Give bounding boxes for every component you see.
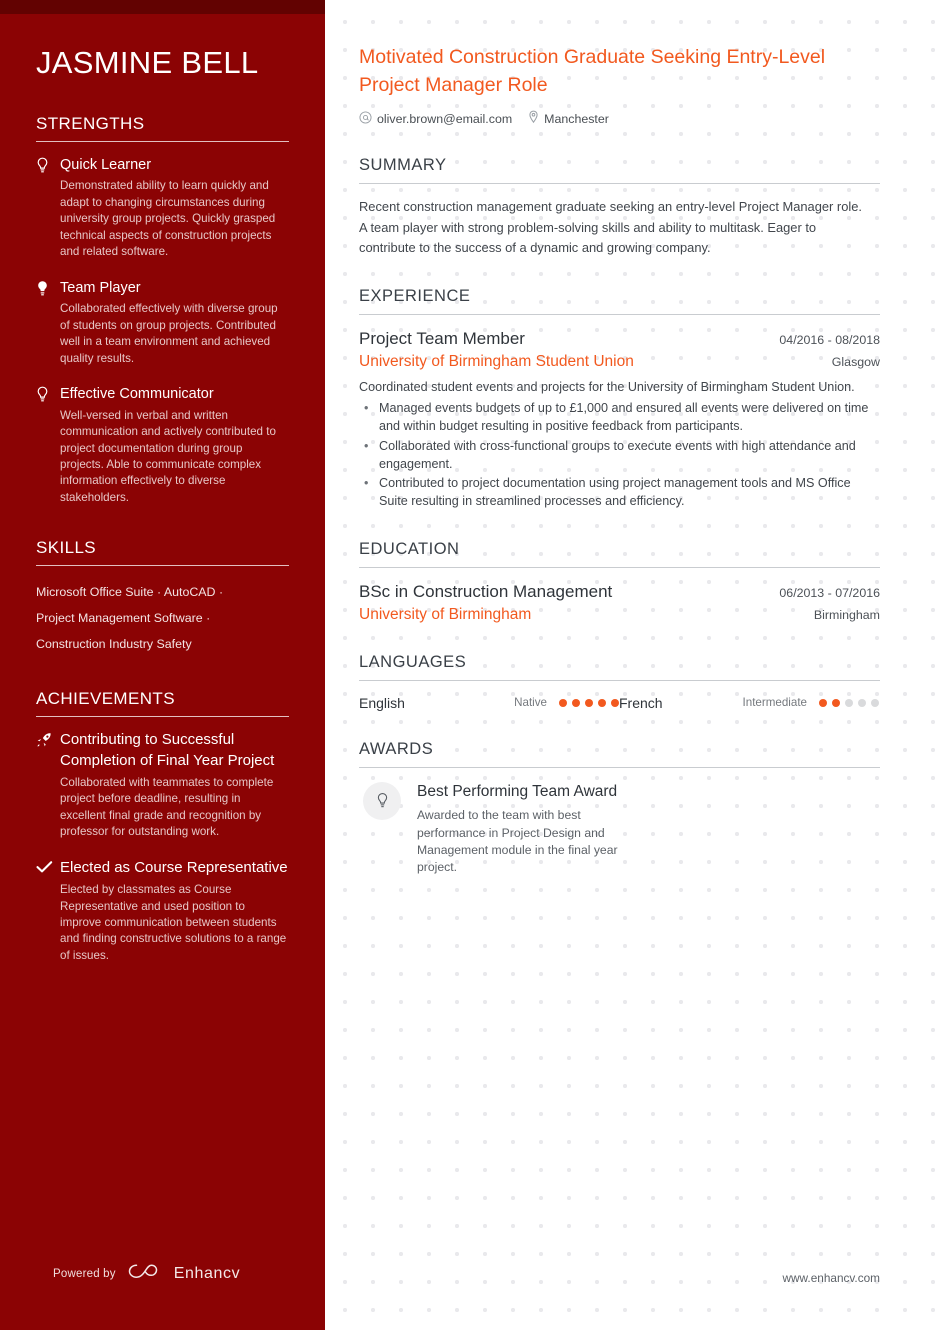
experience-description: Coordinated student events and projects … — [359, 379, 855, 394]
at-icon — [359, 111, 372, 127]
sidebar: JASMINE BELL STRENGTHS Quick Learner Dem… — [0, 0, 325, 1330]
contact-location-value: Manchester — [544, 111, 609, 126]
experience-location: Glasgow — [831, 354, 880, 369]
check-icon — [36, 858, 60, 965]
enhancv-brand-label: Enhancv — [173, 1264, 241, 1282]
language-item: English Native — [359, 695, 619, 711]
lightbulb-outline-icon — [36, 155, 60, 261]
achievements-divider — [36, 716, 289, 718]
languages-heading: LANGUAGES — [359, 652, 467, 671]
headline: Motivated Construction Graduate Seeking … — [359, 46, 826, 96]
experience-bullet: Collaborated with cross-functional group… — [359, 437, 880, 474]
strength-description: Demonstrated ability to learn quickly an… — [60, 179, 276, 259]
contact-row: oliver.brown@email.com Manchester — [359, 110, 880, 127]
skills-line: Project Management Software · — [36, 611, 211, 626]
achievement-title: Elected as Course Representative — [60, 858, 288, 876]
experience-organization: University of Birmingham Student Union — [359, 352, 634, 370]
awards-section: AWARDS Best Performing Team Award Awarde… — [359, 740, 880, 877]
sidebar-top-band — [0, 0, 325, 14]
summary-heading: SUMMARY — [359, 156, 447, 175]
language-name: French — [619, 694, 663, 711]
sidebar-footer: Powered by Enhancv — [53, 1261, 240, 1286]
enhancv-logo-icon — [127, 1261, 163, 1286]
education-heading: EDUCATION — [359, 539, 460, 558]
strength-item: Team Player Collaborated effectively wit… — [36, 278, 289, 367]
language-rating-dots — [819, 698, 879, 707]
skills-heading: SKILLS — [36, 538, 97, 558]
skills-divider — [36, 565, 289, 567]
languages-divider — [359, 679, 880, 681]
contact-email[interactable]: oliver.brown@email.com — [359, 111, 512, 127]
education-degree: BSc in Construction Management — [359, 581, 613, 601]
language-level: Intermediate — [742, 696, 807, 709]
lightbulb-filled-icon — [36, 278, 60, 367]
website-label: www.enhancv.com — [782, 1271, 880, 1285]
contact-location: Manchester — [528, 110, 609, 127]
languages-section: LANGUAGES English Native French Intermed… — [359, 653, 880, 711]
strengths-heading: STRENGTHS — [36, 113, 145, 133]
experience-divider — [359, 313, 880, 315]
candidate-name: JASMINE BELL — [36, 45, 259, 80]
education-institution: University of Birmingham — [359, 605, 532, 623]
location-pin-icon — [528, 110, 539, 127]
strength-title: Quick Learner — [60, 156, 152, 173]
skills-section: SKILLS Microsoft Office Suite · AutoCAD … — [36, 538, 289, 657]
strength-title: Team Player — [60, 279, 141, 296]
experience-bullet: Managed events budgets of up to £1,000 a… — [359, 399, 880, 436]
rocket-icon — [36, 730, 60, 840]
language-rating-dots — [559, 698, 619, 707]
strength-title: Effective Communicator — [60, 386, 214, 403]
experience-job-title: Project Team Member — [359, 328, 525, 348]
language-name: English — [359, 694, 405, 711]
experience-bullet: Contributed to project documentation usi… — [359, 474, 880, 511]
award-description: Awarded to the team with best performanc… — [417, 808, 618, 875]
summary-section: SUMMARY Recent construction management g… — [359, 156, 880, 257]
lightbulb-outline-icon — [36, 384, 60, 506]
contact-email-value: oliver.brown@email.com — [377, 111, 513, 126]
summary-divider — [359, 183, 880, 185]
education-entry: BSc in Construction Management 06/2013 -… — [359, 582, 880, 624]
education-dates: 06/2013 - 07/2016 — [779, 585, 880, 600]
skills-line: Construction Industry Safety — [36, 637, 192, 652]
experience-section: EXPERIENCE Project Team Member 04/2016 -… — [359, 287, 880, 511]
award-title: Best Performing Team Award — [417, 782, 618, 800]
education-section: EDUCATION BSc in Construction Management… — [359, 540, 880, 624]
skills-line: Microsoft Office Suite · AutoCAD · — [36, 585, 224, 600]
experience-entry: Project Team Member 04/2016 - 08/2018 Un… — [359, 329, 880, 511]
resume-page: JASMINE BELL STRENGTHS Quick Learner Dem… — [0, 0, 940, 1330]
powered-by-label: Powered by — [53, 1267, 116, 1280]
experience-heading: EXPERIENCE — [359, 286, 471, 305]
strength-description: Well-versed in verbal and written commun… — [60, 408, 276, 504]
strength-item: Quick Learner Demonstrated ability to le… — [36, 155, 289, 261]
awards-heading: AWARDS — [359, 739, 434, 758]
main-content: Motivated Construction Graduate Seeking … — [325, 0, 940, 1330]
achievement-item: Contributing to Successful Completion of… — [36, 730, 289, 840]
achievements-heading: ACHIEVEMENTS — [36, 689, 175, 709]
strength-item: Effective Communicator Well-versed in ve… — [36, 384, 289, 506]
language-item: French Intermediate — [619, 695, 879, 711]
languages-row: English Native French Intermediate — [359, 695, 880, 711]
award-item: Best Performing Team Award Awarded to th… — [359, 781, 880, 877]
achievement-description: Collaborated with teammates to complete … — [60, 775, 274, 839]
achievements-section: ACHIEVEMENTS Contributing to Successful … — [36, 689, 289, 964]
strengths-section: STRENGTHS Quick Learner Demonstrated abi… — [36, 114, 289, 507]
awards-divider — [359, 766, 880, 768]
strengths-divider — [36, 140, 289, 142]
strength-description: Collaborated effectively with diverse gr… — [60, 302, 278, 365]
lightbulb-outline-icon — [363, 781, 401, 820]
language-level: Native — [514, 696, 547, 709]
achievement-item: Elected as Course Representative Elected… — [36, 858, 289, 965]
education-divider — [359, 566, 880, 568]
experience-dates: 04/2016 - 08/2018 — [779, 332, 880, 347]
summary-text: Recent construction management graduate … — [359, 199, 863, 255]
experience-bullets: Managed events budgets of up to £1,000 a… — [359, 399, 880, 511]
achievement-title: Contributing to Successful Completion of… — [60, 731, 275, 769]
achievement-description: Elected by classmates as Course Represen… — [60, 883, 287, 962]
education-location: Birmingham — [813, 607, 880, 622]
